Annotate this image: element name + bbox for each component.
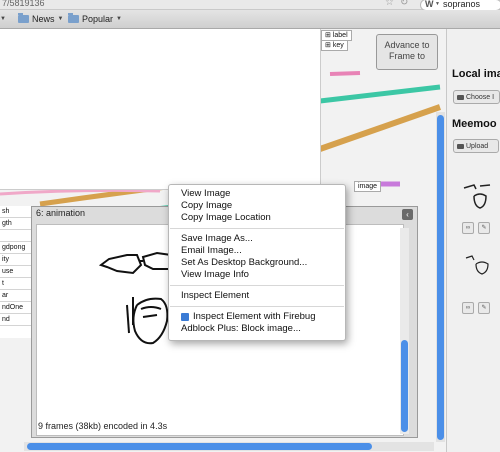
- encode-status: 9 frames (38kb) encoded in 4.3s: [38, 421, 168, 431]
- bookmark-folder-news[interactable]: News ▼: [18, 13, 63, 25]
- menu-item-view-image[interactable]: View Image: [181, 188, 230, 199]
- local-image-heading: Local ima: [452, 68, 500, 80]
- thumbnail-face-2[interactable]: [462, 252, 498, 276]
- edit-icon[interactable]: ✎: [478, 222, 490, 234]
- port-image[interactable]: image: [354, 181, 382, 192]
- link-icon[interactable]: ∞: [462, 302, 474, 314]
- menu-item-copy-image-location[interactable]: Copy Image Location: [181, 212, 271, 223]
- menu-item-inspect-element[interactable]: Inspect Element: [181, 290, 249, 301]
- bookmark-label: Popular: [82, 14, 114, 24]
- list-item[interactable]: ity: [0, 254, 31, 266]
- link-icon[interactable]: ∞: [462, 222, 474, 234]
- list-item[interactable]: gth: [0, 218, 31, 230]
- menu-item-save-image-as[interactable]: Save Image As...: [181, 233, 253, 244]
- edit-icon[interactable]: ✎: [478, 302, 490, 314]
- menu-item-view-image-info[interactable]: View Image Info: [181, 269, 249, 280]
- menu-divider: [170, 285, 344, 286]
- list-item[interactable]: t: [0, 278, 31, 290]
- port-list: sh gth gdpong ity use t ar ndOne nd: [0, 206, 32, 338]
- firebug-icon: [181, 313, 189, 321]
- menu-item-set-desktop-background[interactable]: Set As Desktop Background...: [181, 257, 307, 268]
- link-icon: ⊞: [325, 32, 331, 39]
- port-key[interactable]: ⊞ key: [321, 40, 348, 51]
- bookmark-folder-popular[interactable]: Popular ▼: [68, 13, 122, 25]
- collapse-icon[interactable]: ‹: [402, 209, 413, 220]
- search-engine-icon[interactable]: W: [425, 0, 434, 9]
- menu-item-email-image[interactable]: Email Image...: [181, 245, 242, 256]
- menu-divider: [170, 228, 344, 229]
- star-icon[interactable]: ☆: [385, 0, 394, 8]
- context-menu: View Image Copy Image Copy Image Locatio…: [168, 184, 346, 341]
- choose-image-button[interactable]: Choose I: [453, 90, 500, 104]
- url-text: 7/5819136: [2, 0, 45, 8]
- sidebar-scroll-thumb[interactable]: [437, 115, 444, 440]
- list-item[interactable]: [0, 230, 31, 242]
- list-item[interactable]: gdpong: [0, 242, 31, 254]
- bookmark-folder-partial[interactable]: ▼: [0, 13, 6, 25]
- folder-icon: [68, 13, 79, 23]
- list-item[interactable]: sh: [0, 206, 31, 218]
- chevron-down-icon: ▼: [116, 16, 122, 22]
- chevron-down-icon[interactable]: ▼: [435, 1, 440, 7]
- folder-icon: [18, 13, 29, 23]
- search-query: sopranos: [443, 0, 481, 9]
- advance-frame-button[interactable]: Advance to Frame to: [376, 34, 438, 70]
- list-item[interactable]: nd: [0, 314, 31, 326]
- wire-teal: [319, 84, 441, 104]
- upstream-module-preview: [0, 29, 321, 190]
- chevron-down-icon: ▼: [0, 16, 6, 22]
- link-icon: ⊞: [325, 42, 331, 49]
- menu-item-adblock-block-image[interactable]: Adblock Plus: Block image...: [181, 323, 301, 334]
- menu-divider: [170, 306, 344, 307]
- wire-orange: [319, 104, 441, 152]
- refresh-icon[interactable]: ↻: [400, 0, 408, 8]
- meemoo-heading: Meemoo: [452, 118, 497, 130]
- horizontal-scroll-thumb[interactable]: [27, 443, 372, 450]
- menu-item-copy-image[interactable]: Copy Image: [181, 200, 232, 211]
- panel-scroll-thumb[interactable]: [401, 340, 408, 432]
- panel-title: 6: animation: [36, 208, 86, 218]
- chevron-down-icon: ▼: [57, 16, 64, 22]
- camera-icon: [457, 143, 464, 149]
- upload-button[interactable]: Upload: [453, 139, 499, 153]
- thumbnail-face-1[interactable]: [462, 182, 498, 212]
- bookmark-label: News: [32, 14, 55, 24]
- list-item[interactable]: ar: [0, 290, 31, 302]
- bookmarks-bar: ▼ News ▼ Popular ▼: [0, 10, 500, 29]
- menu-item-inspect-with-firebug[interactable]: Inspect Element with Firebug: [193, 311, 316, 322]
- list-item[interactable]: ndOne: [0, 302, 31, 314]
- camera-icon: [457, 94, 464, 100]
- list-item[interactable]: use: [0, 266, 31, 278]
- wire-pink: [329, 71, 361, 76]
